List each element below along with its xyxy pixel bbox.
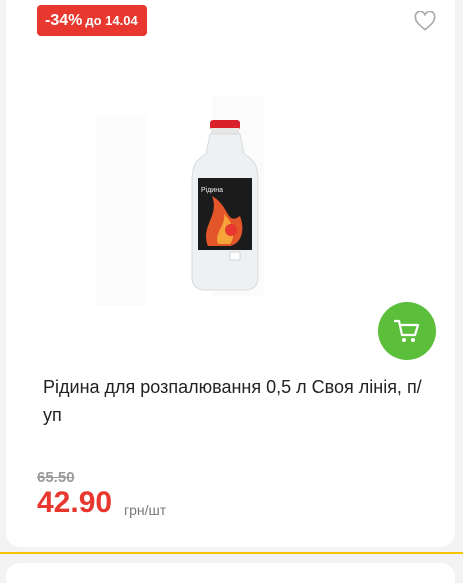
old-price: 65.50 [37, 469, 75, 486]
bottle-image: Рідина [80, 46, 296, 332]
favorite-button[interactable] [412, 8, 438, 34]
bottle-label-text: Рідина [201, 186, 223, 194]
add-to-cart-button[interactable] [378, 302, 436, 360]
product-card[interactable]: -34% до 14.04 Рідина Рідина для розпалюв… [6, 0, 455, 547]
product-title[interactable]: Рідина для розпалювання 0,5 л Своя лінія… [43, 373, 433, 429]
price-unit: грн/шт [124, 502, 167, 518]
discount-badge: -34% до 14.04 [37, 5, 147, 36]
section-divider [0, 552, 463, 554]
cart-icon [393, 319, 420, 342]
heart-outline-icon [414, 11, 436, 31]
next-product-card[interactable] [6, 563, 455, 583]
discount-percent: -34% [45, 11, 83, 29]
discount-until: до 14.04 [85, 13, 138, 28]
current-price: 42.90 [37, 486, 113, 519]
product-image[interactable]: Рідина [80, 46, 296, 332]
